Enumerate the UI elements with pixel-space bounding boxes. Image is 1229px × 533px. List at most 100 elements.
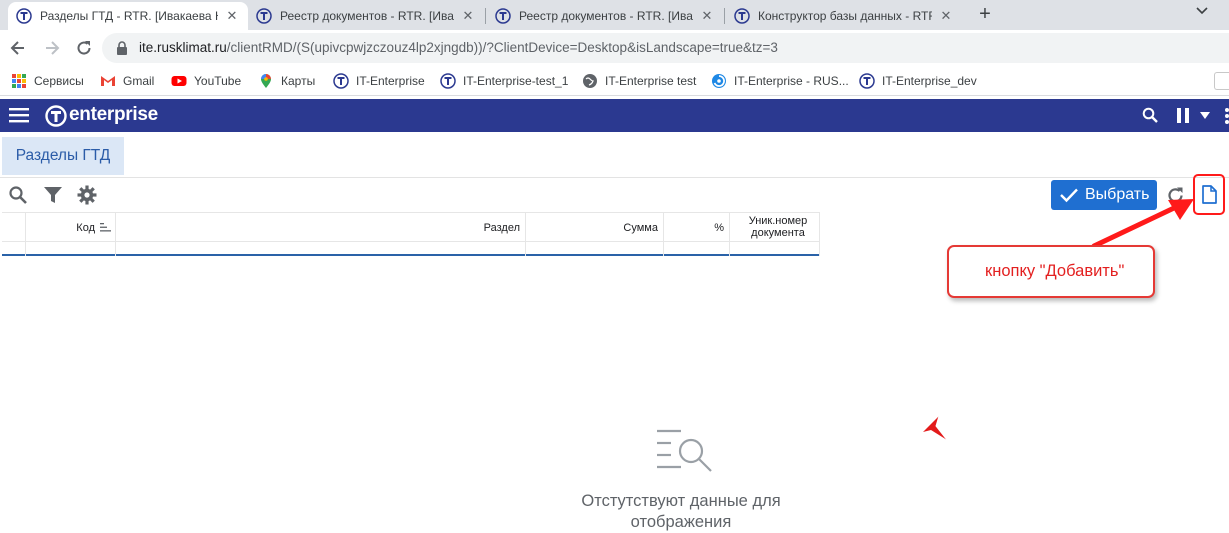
pause-icon[interactable]	[1176, 108, 1190, 123]
browser-tab-strip: Разделы ГТД - RTR. [Ивакаева Н ✕ Реестр …	[0, 0, 1229, 30]
it-enterprise-icon	[734, 8, 750, 24]
annotation-text: кнопку "Добавить"	[985, 262, 1125, 280]
apps-grid-icon	[12, 74, 26, 88]
column-header-label: %	[714, 222, 724, 234]
gear-icon[interactable]	[77, 185, 97, 205]
column-header-label: Раздел	[483, 222, 520, 234]
tab-divider	[0, 177, 1229, 178]
reload-icon[interactable]	[74, 38, 94, 58]
url-host: ite.rusklimat.ru	[139, 40, 227, 55]
tab-title: Реестр документов - RTR. [Ивак	[280, 9, 454, 23]
grid-header: Код Раздел Сумма % Уник.номер документа	[2, 212, 820, 242]
bookmark-youtube[interactable]: YouTube	[171, 72, 241, 90]
bookmark-gmail[interactable]: Gmail	[100, 72, 154, 90]
bookmark-maps[interactable]: Карты	[258, 72, 315, 90]
forward-arrow-icon[interactable]	[42, 38, 62, 58]
chevron-down-icon[interactable]	[1194, 3, 1210, 19]
tab-separator	[724, 8, 725, 24]
bookmark-label: IT-Enterprise-test_1	[463, 74, 569, 88]
other-bookmarks-folder[interactable]	[1214, 72, 1229, 90]
url-text: ite.rusklimat.ru/clientRMD/(S(upivcpwjzc…	[139, 40, 778, 55]
bookmark-label: IT-Enterprise - RUS...	[734, 74, 849, 88]
search-icon[interactable]	[1142, 107, 1158, 123]
tab-gtd-sections[interactable]: Разделы ГТД	[2, 137, 124, 177]
app-header: enterprise	[0, 99, 1229, 132]
table-cell	[26, 242, 116, 256]
address-bar[interactable]: ite.rusklimat.ru/clientRMD/(S(upivcpwjzc…	[102, 33, 1229, 63]
url-path: /clientRMD/(S(upivcpwjzczouz4lp2xjngdb))…	[226, 40, 778, 55]
bookmark-label: YouTube	[194, 74, 242, 88]
bookmark-it-enterprise-dev[interactable]: IT-Enterprise_dev	[859, 72, 977, 90]
column-header-section[interactable]: Раздел	[116, 213, 526, 242]
empty-state-message: Отстутствуют данные для отображения	[581, 492, 781, 531]
bookmark-it-enterprise-test-1[interactable]: IT-Enterprise-test_1	[440, 72, 568, 90]
empty-search-icon	[657, 429, 712, 472]
column-header-doc-number[interactable]: Уник.номер документа	[730, 213, 820, 242]
column-header-percent[interactable]: %	[664, 213, 730, 242]
it-enterprise-icon	[256, 8, 272, 24]
tab-title: Реестр документов - RTR. [Ивак	[519, 9, 693, 23]
it-enterprise-icon	[495, 8, 511, 24]
column-header-label: Код	[76, 222, 95, 234]
tab-title: Разделы ГТД - RTR. [Ивакаева Н	[40, 9, 218, 23]
bookmark-label: Gmail	[123, 74, 155, 88]
globe-icon	[583, 74, 597, 88]
bookmark-services[interactable]: Сервисы	[11, 72, 84, 90]
new-tab-button[interactable]: +	[975, 4, 995, 24]
it-enterprise-icon	[333, 73, 349, 89]
close-icon[interactable]: ✕	[460, 8, 476, 24]
table-cell	[2, 242, 26, 256]
caret-down-icon[interactable]	[1200, 112, 1210, 119]
close-icon[interactable]: ✕	[938, 8, 954, 24]
browser-toolbar: ite.rusklimat.ru/clientRMD/(S(upivcpwjzc…	[0, 30, 1229, 66]
table-cell	[730, 242, 820, 256]
column-header-label: Уник.номер документа	[748, 215, 808, 239]
table-cell	[664, 242, 730, 256]
app-logo-text: enterprise	[69, 104, 158, 125]
grid-header-selector[interactable]	[2, 213, 26, 242]
bookmark-it-enterprise-test[interactable]: IT-Enterprise test	[582, 72, 696, 90]
browser-tab[interactable]: Реестр документов - RTR. [Ивак ✕	[248, 2, 484, 30]
swirl-icon	[712, 74, 726, 88]
enterprise-logo-icon	[45, 105, 67, 127]
search-icon[interactable]	[8, 185, 28, 205]
bookmark-label: IT-Enterprise_dev	[882, 74, 977, 88]
it-enterprise-icon	[440, 73, 456, 89]
browser-tab[interactable]: Конструктор базы данных - RTR ✕	[726, 2, 962, 30]
bookmark-it-enterprise[interactable]: IT-Enterprise	[333, 72, 425, 90]
gmail-icon	[101, 76, 115, 86]
browser-tab-active[interactable]: Разделы ГТД - RTR. [Ивакаева Н ✕	[8, 2, 248, 30]
bookmark-it-enterprise-rus[interactable]: IT-Enterprise - RUS...	[711, 72, 849, 90]
annotation-arrow	[1091, 199, 1194, 249]
filter-icon[interactable]	[43, 185, 63, 205]
bookmark-label: Сервисы	[34, 74, 84, 88]
annotation-callout: кнопку "Добавить"	[947, 245, 1155, 298]
bookmark-label: IT-Enterprise	[356, 74, 425, 88]
bookmarks-bar: Сервисы Gmail YouTube Карты IT-Enterpris…	[0, 66, 1229, 96]
add-button[interactable]	[1193, 174, 1225, 215]
table-row[interactable]	[2, 242, 820, 256]
table-cell	[526, 242, 664, 256]
column-header-sum[interactable]: Сумма	[526, 213, 664, 242]
more-vertical-icon[interactable]	[1225, 107, 1229, 125]
bookmark-label: Карты	[281, 74, 316, 88]
back-arrow-icon[interactable]	[8, 38, 28, 58]
youtube-icon	[171, 76, 187, 86]
it-enterprise-icon	[16, 8, 32, 24]
lock-icon	[117, 41, 127, 55]
cursor-pointer-icon	[923, 415, 948, 441]
close-icon[interactable]: ✕	[224, 8, 240, 24]
menu-icon[interactable]	[9, 107, 29, 123]
maps-pin-icon	[261, 74, 271, 88]
tab-title: Конструктор базы данных - RTR	[758, 9, 932, 23]
browser-tab[interactable]: Реестр документов - RTR. [Ивак ✕	[487, 2, 723, 30]
it-enterprise-icon	[859, 73, 875, 89]
sort-icon[interactable]	[100, 223, 111, 232]
table-cell	[116, 242, 526, 256]
close-icon[interactable]: ✕	[699, 8, 715, 24]
column-header-label: Сумма	[623, 222, 658, 234]
bookmark-label: IT-Enterprise test	[605, 74, 697, 88]
new-document-icon	[1202, 185, 1217, 204]
column-header-code[interactable]: Код	[26, 213, 116, 242]
checkmark-icon	[1060, 188, 1078, 203]
